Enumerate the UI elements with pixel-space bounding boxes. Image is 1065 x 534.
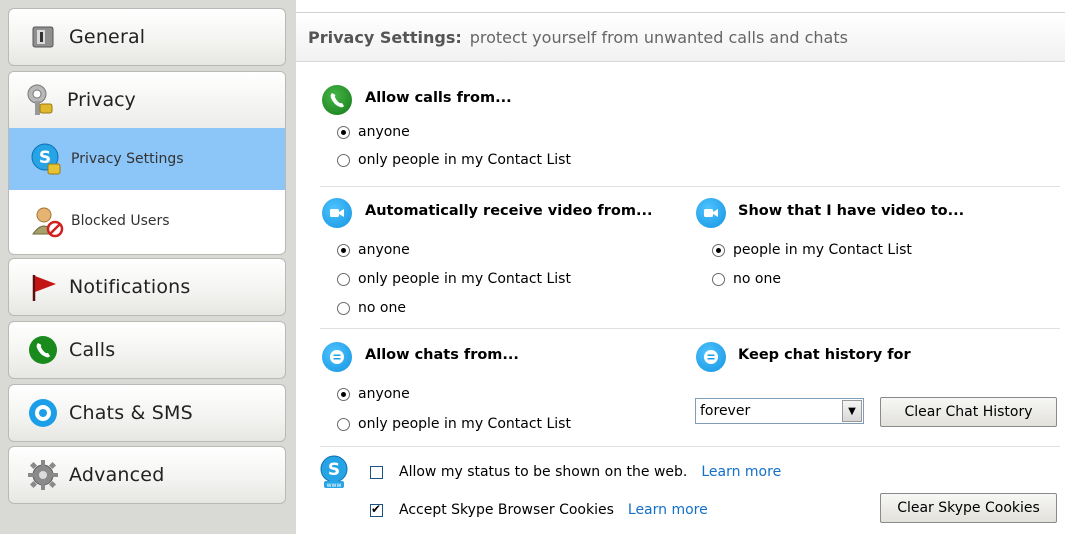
nav-calls-label: Calls [69,339,116,361]
nav-general[interactable]: General [8,8,286,66]
phone-icon [322,85,352,115]
radio-button[interactable] [337,243,350,257]
radio-label: no one [733,271,781,287]
chevron-down-icon[interactable]: ▼ [842,400,862,422]
radio-button[interactable] [337,301,350,315]
video-icon [322,198,352,228]
radio-label: anyone [358,242,410,258]
calls-option-anyone[interactable]: anyone [337,124,410,140]
video-receive-option-contacts[interactable]: only people in my Contact List [337,271,571,287]
nav-chats-sms-label: Chats & SMS [69,402,193,424]
page-title: Privacy Settings: [308,27,462,47]
chats-option-contacts[interactable]: only people in my Contact List [337,416,571,432]
show-video-title: Show that I have video to... [738,203,965,219]
allow-calls-title: Allow calls from... [365,90,512,106]
status-web-label: Allow my status to be shown on the web. [399,464,688,480]
video-receive-option-no-one[interactable]: no one [337,300,406,316]
privacy-settings-panel: Privacy Settings: protect yourself from … [296,0,1065,534]
chat-icon [322,342,352,372]
chat-history-dropdown[interactable]: forever ▼ [695,398,864,424]
radio-button[interactable] [337,153,350,167]
radio-label: anyone [358,386,410,402]
video-icon [696,198,726,228]
divider [320,328,1060,329]
flag-icon [23,267,63,307]
receive-video-title: Automatically receive video from... [365,203,653,219]
sidebar-item-blocked-users[interactable]: Blocked Users [9,190,285,252]
svg-text:S: S [328,460,340,480]
chat-history-value: forever [700,403,751,419]
radio-label: anyone [358,124,410,140]
nav-notifications[interactable]: Notifications [8,258,286,316]
phone-icon [23,330,63,370]
chat-bubble-icon [23,393,63,433]
nav-chats-sms[interactable]: Chats & SMS [8,384,286,442]
blocked-user-icon [29,203,65,239]
sidebar-item-privacy-settings[interactable]: S Privacy Settings [9,128,285,190]
video-receive-option-anyone[interactable]: anyone [337,242,410,258]
learn-more-link[interactable]: Learn more [701,464,781,480]
privacy-key-icon [21,80,61,120]
status-web-checkbox[interactable] [370,465,383,479]
clear-skype-cookies-button[interactable]: Clear Skype Cookies [880,493,1057,523]
nav-notifications-label: Notifications [69,276,191,298]
clear-chat-history-button[interactable]: Clear Chat History [880,397,1057,427]
radio-label: only people in my Contact List [358,271,571,287]
video-show-option-no-one[interactable]: no one [712,271,781,287]
learn-more-link[interactable]: Learn more [628,502,708,518]
radio-button[interactable] [712,243,725,257]
skype-web-icon: Swww [318,454,352,490]
video-show-option-contacts[interactable]: people in my Contact List [712,242,912,258]
privacy-settings-label: Privacy Settings [71,151,184,167]
nav-advanced[interactable]: Advanced [8,446,286,504]
chat-history-title: Keep chat history for [738,347,911,363]
radio-label: only people in my Contact List [358,152,571,168]
radio-button[interactable] [712,272,725,286]
sidebar: General Privacy S Privacy Settings Block… [0,0,296,534]
nav-general-label: General [69,26,146,48]
allow-chats-title: Allow chats from... [365,347,519,363]
radio-label: only people in my Contact List [358,416,571,432]
radio-button[interactable] [337,125,350,139]
cookies-checkbox[interactable] [370,502,383,517]
cookies-label: Accept Skype Browser Cookies [399,502,614,518]
nav-privacy[interactable]: Privacy [9,72,285,128]
svg-text:www: www [327,482,342,489]
divider [320,446,1060,447]
nav-advanced-label: Advanced [69,464,165,486]
cookies-option[interactable]: Accept Skype Browser Cookies Learn more [370,502,708,518]
chats-option-anyone[interactable]: anyone [337,386,410,402]
blocked-users-label: Blocked Users [71,213,170,229]
page-subtitle: protect yourself from unwanted calls and… [469,27,848,47]
radio-button[interactable] [337,272,350,286]
radio-button[interactable] [337,417,350,431]
nav-privacy-group: Privacy S Privacy Settings Blocked Users [8,71,286,255]
divider [320,186,1060,187]
panel-header: Privacy Settings: protect yourself from … [296,12,1065,62]
radio-label: people in my Contact List [733,242,912,258]
radio-button[interactable] [337,387,350,401]
radio-label: no one [358,300,406,316]
general-icon [23,17,63,57]
skype-lock-icon: S [29,141,65,177]
calls-option-contacts[interactable]: only people in my Contact List [337,152,571,168]
chat-icon [696,342,726,372]
gear-icon [23,455,63,495]
nav-calls[interactable]: Calls [8,321,286,379]
status-web-option[interactable]: Allow my status to be shown on the web. … [370,464,781,480]
nav-privacy-label: Privacy [67,89,136,111]
